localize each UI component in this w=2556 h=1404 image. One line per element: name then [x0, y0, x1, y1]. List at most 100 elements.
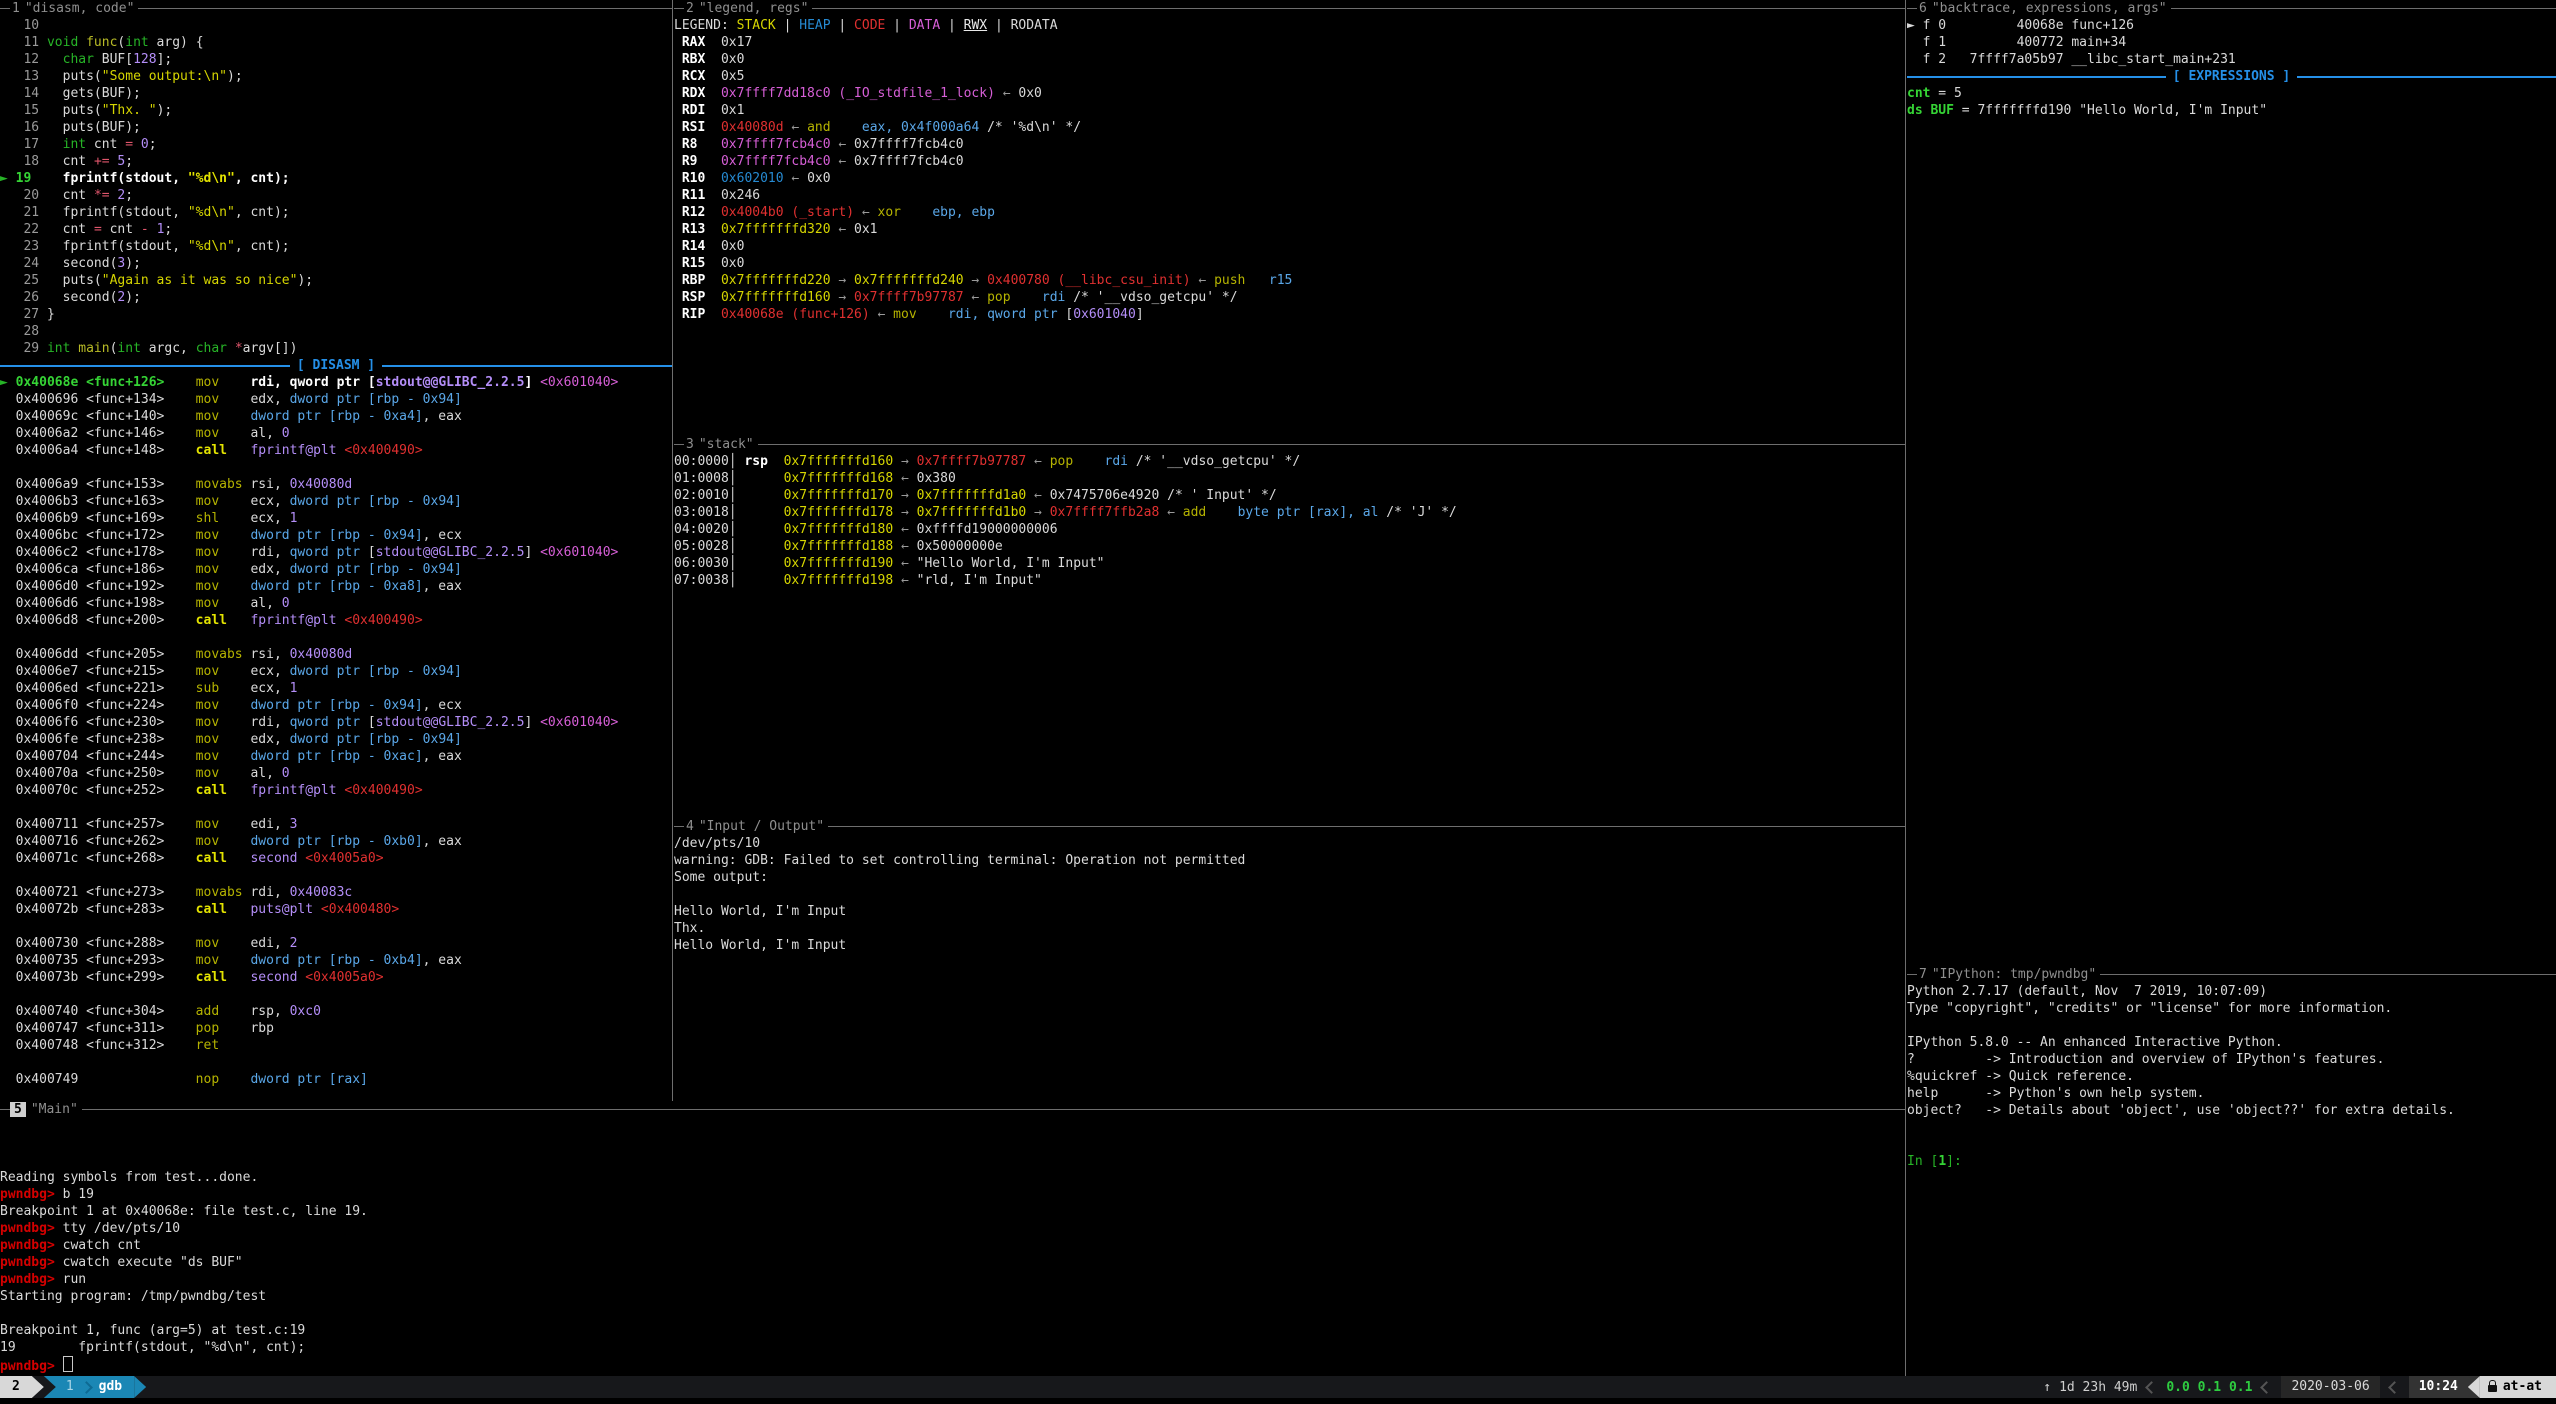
- terminal-line: 0x4006d8 <func+200> call fprintf@plt <0x…: [0, 612, 672, 629]
- powerline-separator: [134, 1376, 146, 1398]
- terminal-line: [0, 459, 672, 476]
- terminal-line: ► 19 fprintf(stdout, "%d\n", cnt);: [0, 170, 672, 187]
- pane-input-output[interactable]: 4 "Input / Output" /dev/pts/10warning: G…: [674, 818, 1905, 1101]
- border-line: [0, 1109, 10, 1110]
- pane-header-main: 5 "Main": [0, 1101, 1905, 1118]
- terminal-line: R11 0x246: [674, 187, 1905, 204]
- terminal-line: R9 0x7ffff7fcb4c0 ← 0x7ffff7fcb4c0: [674, 153, 1905, 170]
- border-line: [2171, 8, 2556, 9]
- terminal-line: Type "copyright", "credits" or "license"…: [1907, 1000, 2556, 1017]
- divider-line: [382, 365, 672, 367]
- terminal-line: 21 fprintf(stdout, "%d\n", cnt);: [0, 204, 672, 221]
- terminal-line: 01:0008│ 0x7fffffffd168 ← 0x380: [674, 470, 1905, 487]
- terminal-line: 0x4006d0 <func+192> mov dword ptr [rbp -…: [0, 578, 672, 595]
- pane-main-gdb[interactable]: 5 "Main" Reading symbols from test...don…: [0, 1101, 1905, 1376]
- terminal-line: ? -> Introduction and overview of IPytho…: [1907, 1051, 2556, 1068]
- pane-number: 2: [684, 1, 694, 16]
- pane-title: "Main": [26, 1102, 82, 1117]
- pane-disasm-code[interactable]: 1 "disasm, code" 10 11 void func(int arg…: [0, 0, 672, 1101]
- terminal-line: pwndbg> cwatch cnt: [0, 1237, 1905, 1254]
- terminal-line: 17 int cnt = 0;: [0, 136, 672, 153]
- registers-listing: LEGEND: STACK | HEAP | CODE | DATA | RWX…: [674, 17, 1905, 323]
- terminal-line: 0x400696 <func+134> mov edx, dword ptr […: [0, 391, 672, 408]
- pane-border-vertical-right[interactable]: [1905, 0, 1906, 1376]
- terminal-line: 0x40070c <func+252> call fprintf@plt <0x…: [0, 782, 672, 799]
- terminal-line: Breakpoint 1 at 0x40068e: file test.c, l…: [0, 1203, 1905, 1220]
- chevron-right-icon: [80, 1381, 93, 1394]
- terminal-line: 0x400749 nop dword ptr [rax]: [0, 1071, 672, 1088]
- border-line: [674, 444, 684, 445]
- gdb-console[interactable]: Reading symbols from test...done. pwndbg>…: [0, 1118, 1905, 1373]
- ipython-console[interactable]: Python 2.7.17 (default, Nov 7 2019, 10:0…: [1907, 983, 2556, 1170]
- terminal-line: /dev/pts/10: [674, 835, 1905, 852]
- terminal-line: [674, 886, 1905, 903]
- pane-legend-regs[interactable]: 2 "legend, regs" LEGEND: STACK | HEAP | …: [674, 0, 1905, 436]
- border-line: [1907, 8, 1917, 9]
- terminal-line: [0, 1118, 1905, 1135]
- terminal-line: [0, 1152, 1905, 1169]
- border-line: [138, 8, 672, 9]
- terminal-line: cnt = 5: [1907, 85, 2556, 102]
- terminal-line: f 2 7ffff7a05b97 __libc_start_main+231: [1907, 51, 2556, 68]
- session-badge[interactable]: 2: [0, 1376, 32, 1398]
- terminal-line: 28: [0, 323, 672, 340]
- pane-ipython[interactable]: 7 "IPython: tmp/pwndbg" Python 2.7.17 (d…: [1907, 966, 2556, 1376]
- terminal-line: 25 puts("Again as it was so nice");: [0, 272, 672, 289]
- terminal-line: [0, 629, 672, 646]
- terminal-line: R15 0x0: [674, 255, 1905, 272]
- expressions-divider-label: [ EXPRESSIONS ]: [2166, 69, 2297, 84]
- watch-expressions: cnt = 5ds BUF = 7fffffffd190 "Hello Worl…: [1907, 85, 2556, 119]
- stack-listing: 00:0000│ rsp 0x7fffffffd160 → 0x7ffff7b9…: [674, 453, 1905, 589]
- terminal-line: 26 second(2);: [0, 289, 672, 306]
- border-line: [674, 826, 684, 827]
- terminal-line: f 1 400772 main+34: [1907, 34, 2556, 51]
- terminal-line: 0x400721 <func+273> movabs rdi, 0x40083c: [0, 884, 672, 901]
- terminal-line: 0x400747 <func+311> pop rbp: [0, 1020, 672, 1037]
- terminal-line: Breakpoint 1, func (arg=5) at test.c:19: [0, 1322, 1905, 1339]
- terminal-line: 15 puts("Thx. ");: [0, 102, 672, 119]
- backtrace-frames: ► f 0 40068e func+126 f 1 400772 main+34…: [1907, 17, 2556, 68]
- terminal-line: RDX 0x7ffff7dd18c0 (_IO_stdfile_1_lock) …: [674, 85, 1905, 102]
- terminal-line: 03:0018│ 0x7fffffffd178 → 0x7fffffffd1b0…: [674, 504, 1905, 521]
- date-value: 2020-03-06: [2281, 1376, 2379, 1398]
- powerline-separator: [32, 1376, 44, 1398]
- window-name: gdb: [93, 1376, 130, 1398]
- divider-line: [2297, 76, 2556, 78]
- terminal-line: 0x400711 <func+257> mov edi, 3: [0, 816, 672, 833]
- pane-border-vertical-left[interactable]: [672, 0, 673, 1101]
- terminal-line: %quickref -> Quick reference.: [1907, 1068, 2556, 1085]
- pane-header-ipython: 7 "IPython: tmp/pwndbg": [1907, 966, 2556, 983]
- terminal-line: pwndbg> run: [0, 1271, 1905, 1288]
- terminal-line: 0x400735 <func+293> mov dword ptr [rbp -…: [0, 952, 672, 969]
- window-tab-gdb[interactable]: 1 gdb: [56, 1376, 134, 1398]
- terminal-line: ds BUF = 7fffffffd190 "Hello World, I'm …: [1907, 102, 2556, 119]
- terminal-line: pwndbg> tty /dev/pts/10: [0, 1220, 1905, 1237]
- terminal-line: ► 0x40068e <func+126> mov rdi, qword ptr…: [0, 374, 672, 391]
- terminal-line: [1907, 1119, 2556, 1136]
- terminal-line: 0x4006a2 <func+146> mov al, 0: [0, 425, 672, 442]
- terminal-line: Starting program: /tmp/pwndbg/test: [0, 1288, 1905, 1305]
- hostname-label: at-at: [2503, 1376, 2542, 1398]
- pane-backtrace-expressions[interactable]: 6 "backtrace, expressions, args" ► f 0 4…: [1907, 0, 2556, 966]
- terminal-line: 0x400748 <func+312> ret: [0, 1037, 672, 1054]
- uptime-arrow-icon: ↑: [2043, 1380, 2051, 1395]
- terminal-line: 0x4006d6 <func+198> mov al, 0: [0, 595, 672, 612]
- status-left: 2 1 gdb: [0, 1376, 146, 1398]
- chevron-left-icon: [2261, 1381, 2274, 1394]
- border-line: [0, 8, 10, 9]
- terminal-line: 12 char BUF[128];: [0, 51, 672, 68]
- terminal-line: 10: [0, 17, 672, 34]
- terminal-line: 16 puts(BUF);: [0, 119, 672, 136]
- terminal-line: Reading symbols from test...done.: [0, 1169, 1905, 1186]
- terminal-line: 23 fprintf(stdout, "%d\n", cnt);: [0, 238, 672, 255]
- pane-header-legend-regs: 2 "legend, regs": [674, 0, 1905, 17]
- terminal-line: 22 cnt = cnt - 1;: [0, 221, 672, 238]
- terminal-line: Hello World, I'm Input: [674, 937, 1905, 954]
- terminal-line: RBP 0x7fffffffd220 → 0x7fffffffd240 → 0x…: [674, 272, 1905, 289]
- terminal-line: pwndbg> cwatch execute "ds BUF": [0, 1254, 1905, 1271]
- border-line: [812, 8, 1905, 9]
- pane-stack[interactable]: 3 "stack" 00:0000│ rsp 0x7fffffffd160 → …: [674, 436, 1905, 818]
- terminal-line: 27 }: [0, 306, 672, 323]
- terminal-line: 13 puts("Some output:\n");: [0, 68, 672, 85]
- terminal-line: 0x4006e7 <func+215> mov ecx, dword ptr […: [0, 663, 672, 680]
